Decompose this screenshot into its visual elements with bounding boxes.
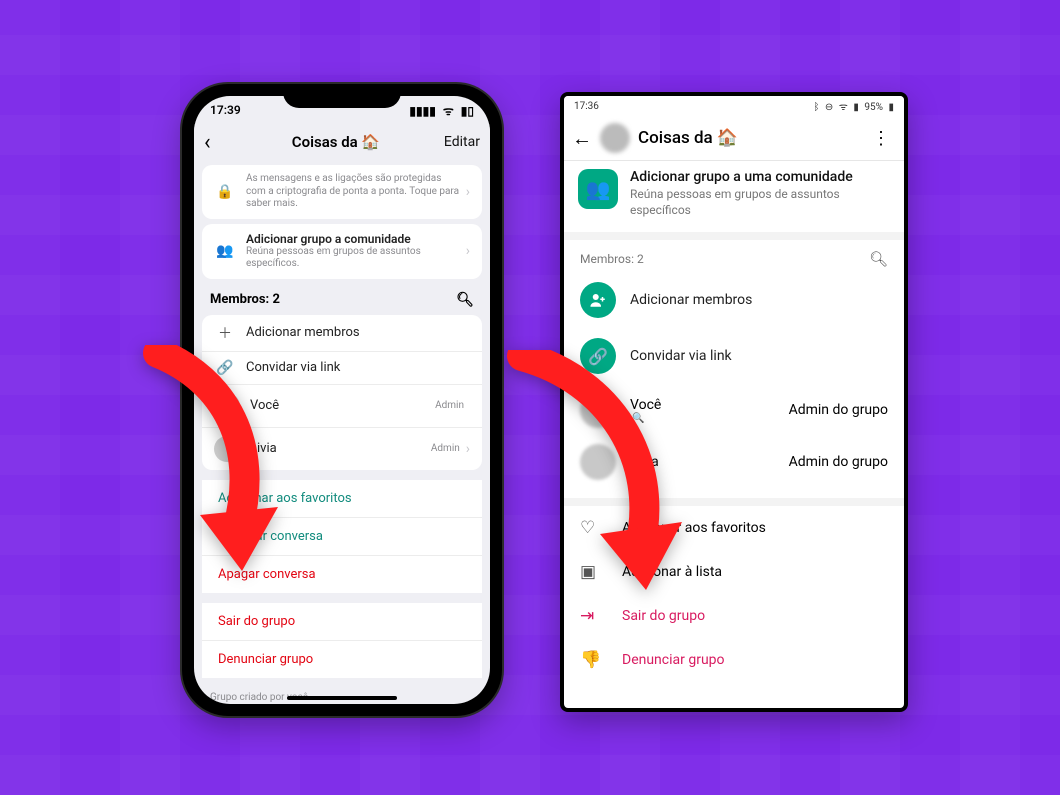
- community-icon: 👥: [578, 169, 618, 209]
- thumbs-down-icon: 👎: [580, 650, 606, 670]
- encryption-card[interactable]: 🔒 As mensagens e as ligações são protegi…: [202, 165, 482, 219]
- wifi-icon: ᯤ: [443, 104, 454, 118]
- admin-badge: Admin do grupo: [789, 454, 888, 470]
- section-gap: [564, 232, 904, 240]
- members-section-header: Membros: 2 🔍︎: [194, 284, 490, 310]
- members-count: Membros: 2: [210, 292, 280, 307]
- admin-badge: Admin do grupo: [789, 402, 888, 418]
- chevron-right-icon: ›: [466, 243, 470, 259]
- android-page-title: Coisas da 🏠: [638, 128, 858, 148]
- encryption-line1: As mensagens e as ligações são protegida…: [246, 173, 466, 186]
- chevron-right-icon: ›: [466, 441, 470, 457]
- encryption-line2: com a criptografia de ponta a ponta. Toq…: [246, 186, 466, 211]
- plus-icon: ＋: [214, 323, 236, 343]
- community-sub: Reúna pessoas em grupos de assuntos espe…: [630, 187, 890, 218]
- community-sub: Reúna pessoas em grupos de assuntos espe…: [246, 246, 466, 271]
- add-members-label: Adicionar membros: [630, 292, 888, 308]
- ios-clock: 17:39: [210, 103, 241, 117]
- add-members-row[interactable]: Adicionar membros: [564, 272, 904, 328]
- community-icon: 👥: [214, 243, 236, 259]
- highlight-arrow-ios: [130, 345, 300, 595]
- members-section-header: Membros: 2 🔍︎: [564, 240, 904, 272]
- battery-text: 95%: [864, 102, 883, 113]
- community-title: Adicionar grupo a comunidade: [246, 232, 466, 246]
- dnd-icon: ⊖: [825, 102, 833, 113]
- android-clock: 17:36: [574, 101, 599, 112]
- add-members-label: Adicionar membros: [246, 325, 470, 340]
- report-group-label: Denunciar grupo: [622, 652, 725, 668]
- back-arrow-icon[interactable]: ←: [572, 126, 592, 151]
- battery-icon: ▮: [888, 102, 894, 113]
- android-status-icons: ᛒ ⊖ ᯤ ▮ 95% ▮: [810, 99, 894, 113]
- admin-role: Admin: [435, 400, 464, 411]
- leave-group-label: Sair do grupo: [622, 608, 705, 624]
- chevron-right-icon: ›: [466, 184, 470, 200]
- android-navbar: ← Coisas da 🏠 ⋮: [564, 116, 904, 160]
- signal-icon: ▮▮▮▮: [409, 104, 435, 118]
- report-group-link[interactable]: Denunciar grupo: [202, 641, 482, 678]
- battery-icon: ▮▯: [461, 104, 474, 118]
- community-block[interactable]: 👥 Adicionar grupo a uma comunidade Reúna…: [564, 161, 904, 232]
- group-avatar[interactable]: [600, 123, 630, 153]
- search-icon[interactable]: 🔍︎: [456, 292, 474, 308]
- search-icon[interactable]: 🔍︎: [869, 250, 888, 268]
- highlight-arrow-android: [500, 350, 690, 610]
- iphone-notch: [283, 84, 401, 108]
- ios-home-indicator: [287, 696, 397, 700]
- members-count: Membros: 2: [580, 252, 644, 266]
- back-chevron-icon[interactable]: ‹: [204, 130, 228, 155]
- edit-button[interactable]: Editar: [444, 134, 480, 150]
- ios-status-icons: ▮▮▮▮ ᯤ ▮▯: [405, 102, 474, 119]
- community-title: Adicionar grupo a uma comunidade: [630, 169, 890, 185]
- leave-group-link[interactable]: Sair do grupo: [202, 603, 482, 641]
- report-group-row[interactable]: 👎 Denunciar grupo: [564, 638, 904, 682]
- admin-role: Admin: [431, 443, 460, 454]
- community-card[interactable]: 👥 Adicionar grupo a comunidade Reúna pes…: [202, 224, 482, 279]
- add-person-icon: [580, 282, 616, 318]
- actions-card-2: Sair do grupo Denunciar grupo: [202, 603, 482, 678]
- lock-icon: 🔒: [214, 184, 236, 200]
- bluetooth-icon: ᛒ: [813, 102, 819, 113]
- ios-page-title: Coisas da 🏠: [292, 133, 380, 151]
- wifi-icon: ᯤ: [839, 102, 848, 113]
- ios-navbar: ‹ Coisas da 🏠 Editar: [194, 124, 490, 160]
- signal-icon: ▮: [853, 102, 859, 113]
- group-created-footer: Grupo criado por você. Criado em 16 de j…: [194, 683, 490, 705]
- overflow-menu-icon[interactable]: ⋮: [866, 128, 896, 149]
- android-status-bar: 17:36 ᛒ ⊖ ᯤ ▮ 95% ▮: [564, 96, 904, 116]
